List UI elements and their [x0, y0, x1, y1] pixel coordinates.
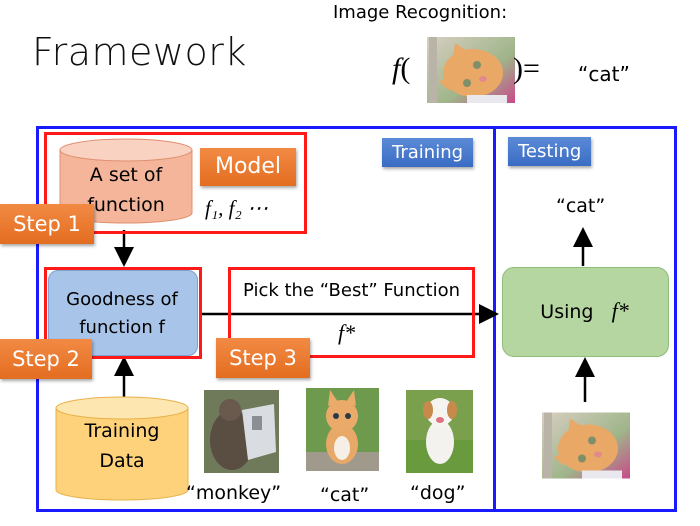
cat-image: [306, 388, 379, 471]
testing-tag: Testing: [508, 137, 592, 166]
monkey-photo-icon: [204, 390, 279, 473]
dog-photo-icon: [406, 390, 473, 473]
caption-dog: “dog”: [410, 482, 466, 504]
pick-best-result: f*: [338, 320, 356, 345]
goodness-label: Goodness of function f: [66, 289, 178, 338]
caption-cat: “cat”: [320, 484, 370, 506]
model-tag: Model: [200, 148, 296, 186]
caption-monkey: “monkey”: [186, 482, 282, 504]
testing-cat-image: [542, 412, 630, 479]
cat-photo-icon: [306, 388, 379, 471]
pick-best-label: Pick the “Best” Function: [242, 280, 460, 301]
model-functions: f₁, f₂ ⋯: [205, 196, 269, 220]
using-label: Using f*: [540, 298, 629, 323]
cat-photo-icon: [542, 412, 630, 479]
step2-tag: Step 2: [0, 339, 92, 379]
dog-image: [406, 390, 473, 473]
step1-tag: Step 1: [0, 204, 94, 244]
monkey-image: [204, 390, 279, 473]
step3-tag: Step 3: [216, 338, 310, 378]
testing-output: “cat”: [556, 195, 606, 217]
training-data-label: Training Data: [84, 420, 160, 472]
training-tag: Training: [382, 138, 474, 167]
